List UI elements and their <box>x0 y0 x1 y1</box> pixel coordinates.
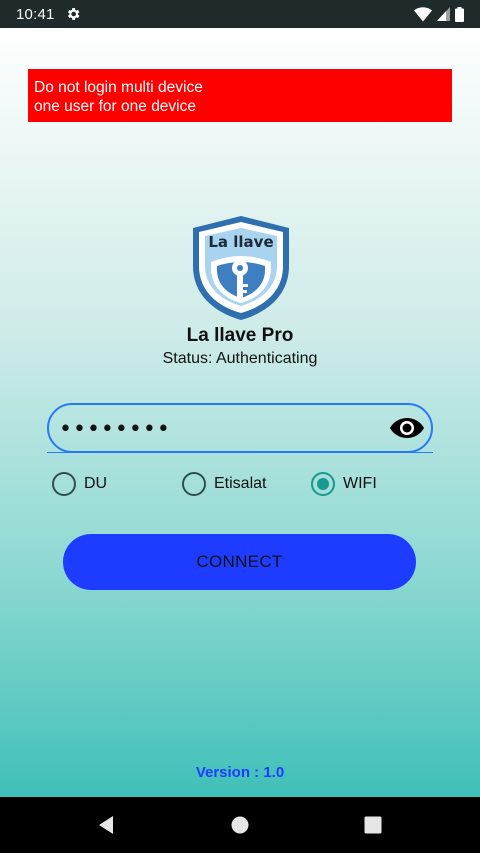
status-text: Status: Authenticating <box>162 350 318 367</box>
version-label: Version : 1.0 <box>195 764 285 781</box>
warning-line-2: one user for one device <box>34 98 196 115</box>
radio-wifi[interactable]: WIFI <box>311 472 377 496</box>
app-title: La llave Pro <box>186 325 294 346</box>
radio-etisalat[interactable]: Etisalat <box>182 472 266 496</box>
status-bar: 10:41 <box>0 0 480 28</box>
battery-icon <box>455 6 464 22</box>
radio-circle[interactable] <box>52 472 76 496</box>
signal-icon <box>437 7 450 21</box>
radio-label-wifi: WIFI <box>343 475 377 492</box>
status-icons <box>414 6 464 22</box>
navigation-bar <box>0 797 480 853</box>
password-underline <box>47 452 433 453</box>
wifi-icon <box>414 6 432 21</box>
app-logo: La llave <box>193 216 289 320</box>
network-radio-group: DU Etisalat WIFI <box>52 472 452 498</box>
eye-icon[interactable] <box>389 416 425 440</box>
back-icon[interactable] <box>96 815 116 835</box>
radio-circle[interactable] <box>182 472 206 496</box>
home-icon[interactable] <box>230 815 250 835</box>
radio-label-du: DU <box>84 475 108 492</box>
recents-icon[interactable] <box>363 815 383 835</box>
app-screen: Do not login multi device one user for o… <box>0 28 480 797</box>
radio-du[interactable]: DU <box>52 472 107 496</box>
connect-button[interactable]: CONNECT <box>63 534 416 590</box>
warning-line-1: Do not login multi device <box>34 79 203 96</box>
logo-text: La llave <box>208 233 273 251</box>
radio-circle[interactable] <box>311 472 335 496</box>
radio-label-etisalat: Etisalat <box>214 475 267 492</box>
gear-icon <box>67 8 79 20</box>
password-field[interactable] <box>47 403 433 453</box>
status-time: 10:41 <box>16 5 55 23</box>
password-input[interactable] <box>59 411 379 447</box>
warning-banner: Do not login multi device one user for o… <box>28 69 452 122</box>
